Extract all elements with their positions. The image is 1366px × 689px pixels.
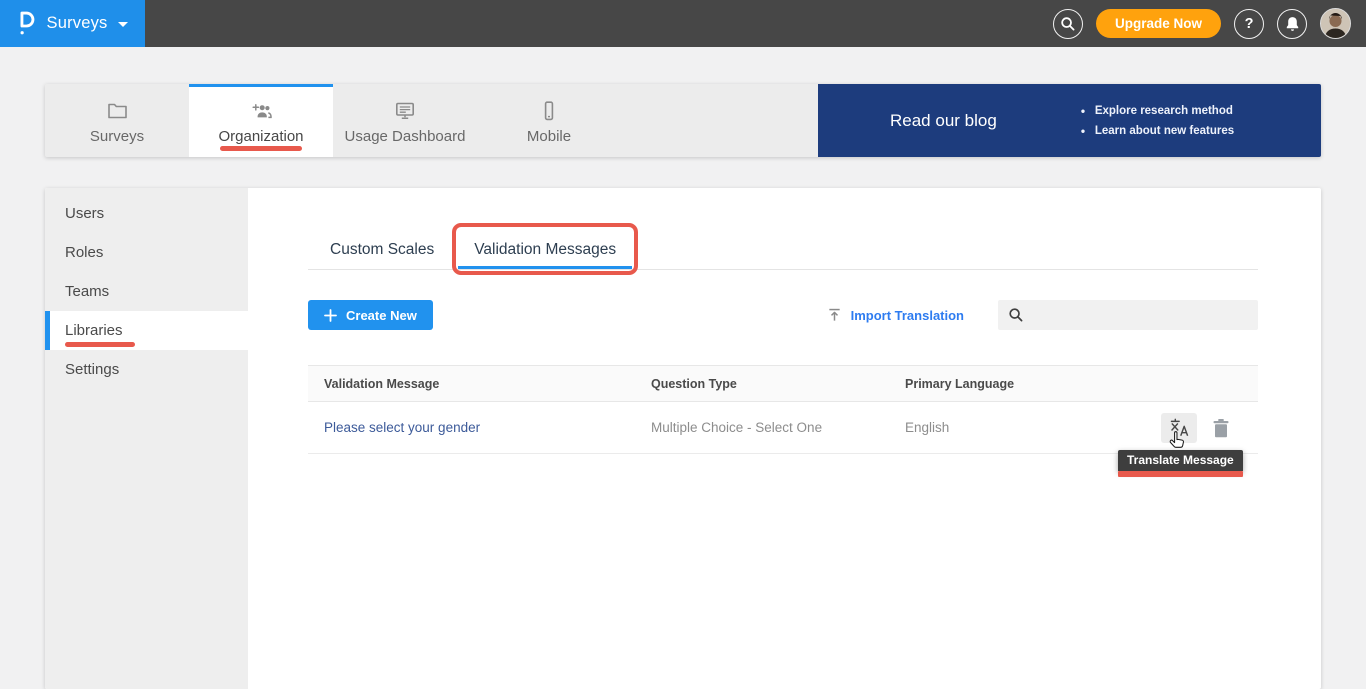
product-switcher[interactable]: Surveys xyxy=(0,0,145,47)
row-actions xyxy=(1161,413,1258,443)
upgrade-now-button[interactable]: Upgrade Now xyxy=(1096,9,1221,38)
tab-mobile[interactable]: Mobile xyxy=(477,84,621,157)
create-new-button[interactable]: Create New xyxy=(308,300,433,330)
bell-icon xyxy=(1285,16,1300,32)
dashboard-icon xyxy=(392,99,418,123)
plus-icon xyxy=(324,309,337,322)
sidebar-item-settings[interactable]: Settings xyxy=(45,350,248,389)
table-search-box[interactable] xyxy=(998,300,1258,330)
header-validation-message: Validation Message xyxy=(308,377,651,391)
product-name: Surveys xyxy=(46,14,107,33)
libraries-panel: Users Roles Teams Libraries Settings Cus… xyxy=(45,188,1321,689)
tab-custom-scales[interactable]: Custom Scales xyxy=(308,232,450,269)
validation-message-link[interactable]: Please select your gender xyxy=(308,420,651,435)
tooltip-wrap: Translate Message xyxy=(1118,450,1243,477)
sidebar-item-label: Libraries xyxy=(65,322,123,339)
import-translation-link[interactable]: Import Translation xyxy=(827,307,964,323)
org-nav-card: Surveys Organization Usage Dashboard xyxy=(45,84,1321,157)
tab-usage-dashboard[interactable]: Usage Dashboard xyxy=(333,84,477,157)
tab-validation-messages[interactable]: Validation Messages xyxy=(458,232,632,269)
group-add-icon xyxy=(248,99,274,123)
search-input[interactable] xyxy=(1032,307,1248,324)
sidebar-item-label: Users xyxy=(65,205,104,222)
tab-label: Surveys xyxy=(90,128,144,145)
tab-label: Mobile xyxy=(527,128,571,145)
validation-messages-table: Validation Message Question Type Primary… xyxy=(308,365,1258,454)
topbar: Surveys Upgrade Now ? xyxy=(0,0,1366,47)
org-sidebar: Users Roles Teams Libraries Settings xyxy=(45,188,248,689)
question-icon: ? xyxy=(1245,16,1254,32)
banner-bullet-list: Explore research method Learn about new … xyxy=(1081,105,1234,137)
sidebar-item-teams[interactable]: Teams xyxy=(45,272,248,311)
topbar-actions: Upgrade Now ? xyxy=(1053,8,1366,39)
banner-title: Read our blog xyxy=(890,111,997,131)
tab-label: Validation Messages xyxy=(474,241,616,258)
sidebar-item-users[interactable]: Users xyxy=(45,194,248,233)
annotation-underline-libraries xyxy=(65,342,135,347)
header-question-type: Question Type xyxy=(651,377,905,391)
delete-button[interactable] xyxy=(1212,418,1230,438)
magnifier-icon xyxy=(1008,307,1024,323)
chevron-down-icon xyxy=(118,22,128,27)
translate-message-tooltip: Translate Message xyxy=(1118,450,1243,471)
libraries-content: Custom Scales Validation Messages Create… xyxy=(248,188,1321,689)
avatar-photo xyxy=(1321,9,1350,38)
banner-bullet: Explore research method xyxy=(1081,105,1234,117)
sidebar-item-libraries[interactable]: Libraries xyxy=(45,311,248,350)
annotation-underline-tooltip xyxy=(1118,471,1243,477)
avatar[interactable] xyxy=(1320,8,1351,39)
tab-surveys[interactable]: Surveys xyxy=(45,84,189,157)
primary-language-cell: English xyxy=(905,420,1055,435)
library-tabs: Custom Scales Validation Messages xyxy=(308,232,1258,270)
sidebar-item-roles[interactable]: Roles xyxy=(45,233,248,272)
mobile-icon xyxy=(537,99,561,123)
banner-bullet: Learn about new features xyxy=(1081,125,1234,137)
search-button[interactable] xyxy=(1053,9,1083,39)
annotation-underline-organization xyxy=(220,146,302,151)
tab-label: Organization xyxy=(218,128,303,145)
tab-organization[interactable]: Organization xyxy=(189,84,333,157)
blog-banner[interactable]: Read our blog Explore research method Le… xyxy=(818,84,1321,157)
sidebar-item-label: Teams xyxy=(65,283,109,300)
question-type-cell: Multiple Choice - Select One xyxy=(651,420,905,435)
folder-icon xyxy=(105,99,130,123)
table-header-row: Validation Message Question Type Primary… xyxy=(308,365,1258,402)
import-translation-label: Import Translation xyxy=(851,308,964,323)
translate-message-button[interactable] xyxy=(1161,413,1197,443)
toolbar: Create New Import Translation xyxy=(308,300,1258,330)
trash-icon xyxy=(1212,418,1230,438)
questionpro-logo-icon xyxy=(17,11,36,37)
sidebar-item-label: Roles xyxy=(65,244,103,261)
create-new-label: Create New xyxy=(346,308,417,323)
search-icon xyxy=(1060,16,1076,32)
table-row: Please select your gender Multiple Choic… xyxy=(308,402,1258,454)
header-primary-language: Primary Language xyxy=(905,377,1055,391)
notifications-button[interactable] xyxy=(1277,9,1307,39)
help-button[interactable]: ? xyxy=(1234,9,1264,39)
tab-label: Usage Dashboard xyxy=(345,128,466,145)
import-upload-icon xyxy=(827,307,842,323)
translate-icon xyxy=(1169,417,1190,438)
sidebar-item-label: Settings xyxy=(65,361,119,378)
